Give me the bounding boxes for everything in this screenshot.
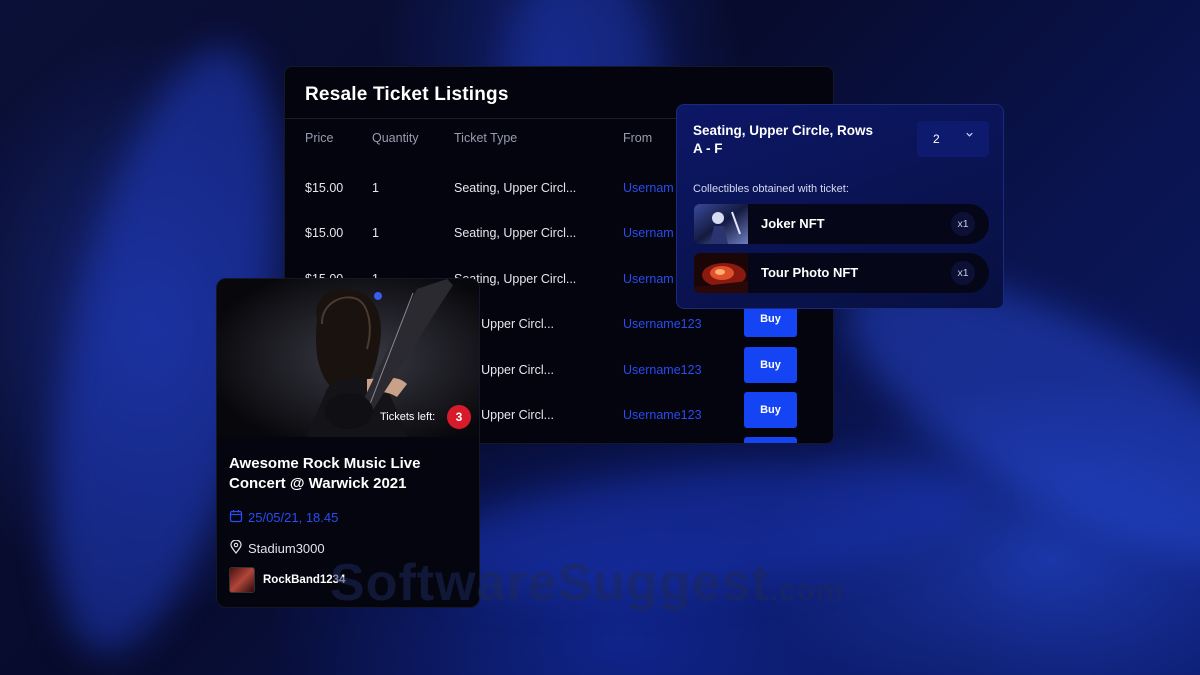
row-price: $15.00: [305, 226, 344, 240]
row-seller-link[interactable]: Usernam: [623, 272, 674, 286]
collectible-item[interactable]: Joker NFT x1: [694, 204, 989, 244]
joker-thumbnail-icon: [694, 204, 748, 244]
listings-title: Resale Ticket Listings: [305, 84, 509, 105]
watermark: SoftwareSuggest.com: [330, 553, 844, 613]
quantity-value: 2: [933, 132, 940, 146]
header-ticket-type: Ticket Type: [454, 131, 518, 145]
collectible-name: Tour Photo NFT: [761, 265, 859, 280]
collectible-count: x1: [951, 261, 975, 285]
calendar-icon: [229, 509, 243, 526]
chevron-down-icon: [965, 130, 974, 142]
collectible-count: x1: [951, 212, 975, 236]
header-price: Price: [305, 131, 334, 145]
concert-photo: Tickets left: 3: [217, 279, 479, 437]
buy-button[interactable]: Buy: [744, 347, 797, 383]
collectibles-subtitle: Collectibles obtained with ticket:: [693, 183, 849, 195]
tour-photo-thumbnail-icon: [694, 253, 748, 293]
row-quantity: 1: [372, 226, 379, 240]
popup-ticket-title: Seating, Upper Circle, Rows A - F: [693, 123, 874, 156]
location-pin-icon: [229, 539, 243, 557]
row-seller-link[interactable]: Username123: [623, 408, 702, 422]
row-seller-link[interactable]: Usernam: [623, 181, 674, 195]
collectible-name: Joker NFT: [761, 216, 825, 231]
event-venue-text: Stadium3000: [248, 541, 325, 556]
row-quantity: 1: [372, 181, 379, 195]
buy-button-partial[interactable]: [744, 437, 797, 443]
collectible-item[interactable]: Tour Photo NFT x1: [694, 253, 989, 293]
tickets-left-label: Tickets left:: [380, 411, 436, 423]
collectibles-popup: Seating, Upper Circle, Rows A - F 2 Coll…: [676, 104, 1004, 309]
row-ticket-type: Seating, Upper Circl...: [454, 226, 577, 240]
quantity-select[interactable]: 2: [917, 121, 989, 157]
header-from: From: [623, 131, 653, 145]
watermark-suffix: .com: [769, 574, 844, 607]
header-quantity: Quantity: [372, 131, 419, 145]
event-venue: Stadium3000: [229, 539, 325, 557]
row-seller-link[interactable]: Username123: [623, 363, 702, 377]
buy-button[interactable]: Buy: [744, 392, 797, 428]
event-title[interactable]: Awesome Rock Music Live Concert @ Warwic…: [229, 454, 469, 494]
row-seller-link[interactable]: Username123: [623, 317, 702, 331]
event-date-text: 25/05/21, 18.45: [248, 510, 339, 525]
row-seller-link[interactable]: Usernam: [623, 226, 674, 240]
event-date: 25/05/21, 18.45: [229, 509, 338, 526]
row-price: $15.00: [305, 181, 344, 195]
event-artist[interactable]: RockBand1234: [229, 567, 345, 593]
row-ticket-type: Seating, Upper Circl...: [454, 181, 577, 195]
tickets-left-badge: 3: [447, 405, 471, 429]
avatar: [229, 567, 255, 593]
watermark-main: SoftwareSuggest: [330, 554, 770, 612]
